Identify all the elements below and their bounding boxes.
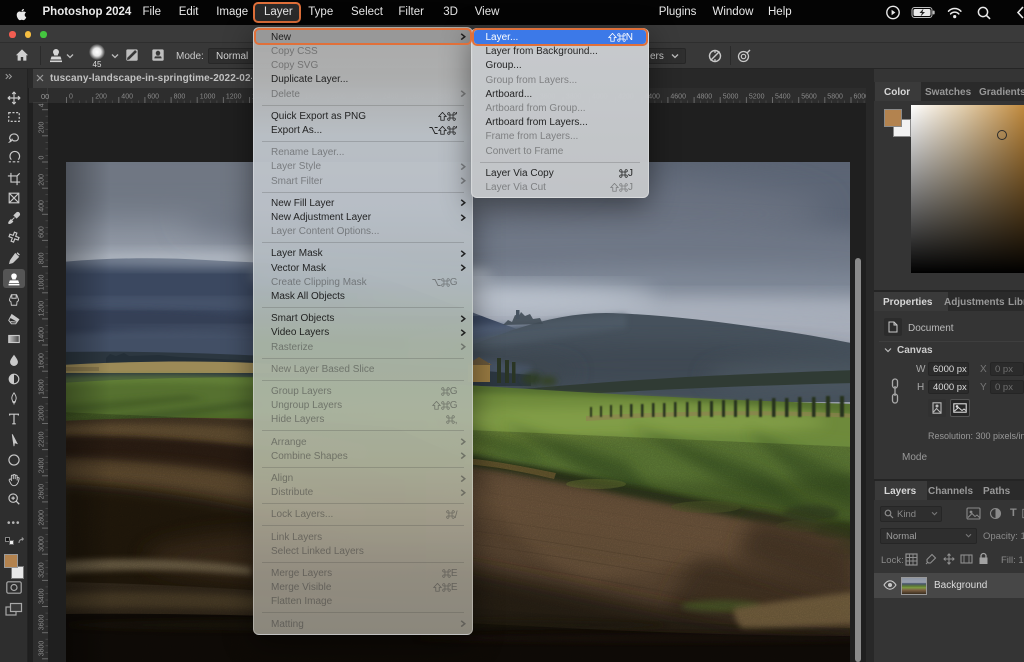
svg-text:1000: 1000 (39, 275, 46, 291)
svg-text:600: 600 (147, 94, 159, 101)
svg-text:200: 200 (95, 94, 107, 101)
svg-text:400: 400 (39, 200, 46, 212)
svg-text:5400: 5400 (775, 94, 791, 101)
svg-text:4800: 4800 (697, 94, 713, 101)
svg-text:4600: 4600 (670, 94, 686, 101)
svg-text:600: 600 (39, 226, 46, 238)
svg-text:5200: 5200 (749, 94, 765, 101)
svg-text:0: 0 (69, 94, 73, 101)
svg-text:2600: 2600 (39, 484, 46, 500)
svg-text:0: 0 (39, 156, 46, 160)
svg-text:1200: 1200 (226, 94, 242, 101)
svg-text:2000: 2000 (39, 405, 46, 421)
svg-text:3600: 3600 (39, 615, 46, 631)
svg-text:1200: 1200 (39, 301, 46, 317)
svg-text:6000: 6000 (854, 94, 867, 101)
svg-text:2800: 2800 (39, 510, 46, 526)
svg-text:200: 200 (39, 174, 46, 186)
svg-text:5600: 5600 (801, 94, 817, 101)
svg-text:2400: 2400 (39, 458, 46, 474)
svg-text:400: 400 (121, 94, 133, 101)
svg-text:200: 200 (39, 122, 46, 134)
svg-text:1800: 1800 (39, 379, 46, 395)
svg-text:3400: 3400 (39, 588, 46, 604)
svg-text:1400: 1400 (39, 327, 46, 343)
svg-text:1600: 1600 (39, 353, 46, 369)
svg-text:5800: 5800 (827, 94, 843, 101)
svg-text:3000: 3000 (39, 536, 46, 552)
svg-text:2200: 2200 (39, 431, 46, 447)
svg-text:800: 800 (174, 94, 186, 101)
svg-text:800: 800 (39, 252, 46, 264)
svg-text:3800: 3800 (39, 641, 46, 657)
svg-text:3200: 3200 (39, 562, 46, 578)
svg-text:1000: 1000 (200, 94, 216, 101)
svg-text:5000: 5000 (723, 94, 739, 101)
